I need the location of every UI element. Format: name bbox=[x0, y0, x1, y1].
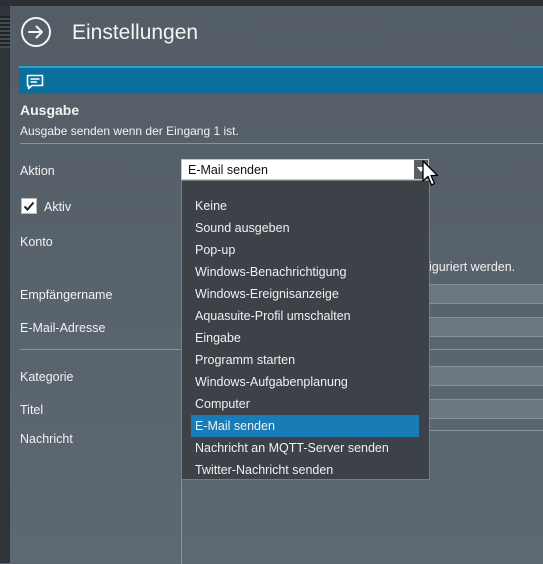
left-edge-strip bbox=[0, 6, 10, 563]
page-title: Einstellungen bbox=[72, 21, 199, 44]
dropdown-option[interactable]: Keine bbox=[191, 195, 419, 217]
check-icon bbox=[23, 201, 35, 211]
dropdown-option[interactable]: Sound ausgeben bbox=[191, 217, 419, 239]
dropdown-option[interactable]: Programm starten bbox=[191, 349, 419, 371]
konto-hint: iguriert werden. bbox=[429, 260, 516, 274]
form-divider bbox=[20, 349, 182, 350]
section-banner bbox=[19, 66, 543, 94]
aktion-select-value: E-Mail senden bbox=[188, 163, 268, 177]
aktiv-label: Aktiv bbox=[44, 200, 72, 214]
kategorie-label: Kategorie bbox=[20, 370, 74, 384]
back-button[interactable] bbox=[21, 17, 51, 47]
message-icon bbox=[26, 74, 44, 90]
dropdown-option[interactable]: Pop-up bbox=[191, 239, 419, 261]
arrow-right-circle-icon bbox=[28, 25, 43, 39]
dropdown-option[interactable]: Eingabe bbox=[191, 327, 419, 349]
dropdown-option[interactable]: Windows-Ereignisanzeige bbox=[191, 283, 419, 305]
dropdown-option[interactable]: Windows-Benachrichtigung bbox=[191, 261, 419, 283]
kategorie-input[interactable] bbox=[429, 366, 543, 386]
aktion-dropdown-list[interactable]: Keine Sound ausgeben Pop-up Windows-Bena… bbox=[181, 180, 430, 480]
aktion-select[interactable]: E-Mail senden bbox=[181, 159, 429, 180]
titel-label: Titel bbox=[20, 403, 44, 417]
konto-label: Konto bbox=[20, 235, 53, 249]
titel-input[interactable] bbox=[429, 399, 543, 419]
form-divider-right bbox=[429, 349, 543, 350]
dropdown-option[interactable]: Windows-Aufgabenplanung bbox=[191, 371, 419, 393]
settings-panel: Einstellungen Ausgabe Ausgabe senden wen… bbox=[10, 6, 543, 564]
left-strip-lines bbox=[0, 16, 10, 48]
dropdown-option[interactable]: Computer bbox=[191, 393, 419, 415]
aktion-label: Aktion bbox=[20, 164, 55, 178]
nachricht-label: Nachricht bbox=[20, 432, 73, 446]
aktiv-checkbox[interactable] bbox=[21, 198, 37, 214]
email-label: E-Mail-Adresse bbox=[20, 321, 106, 335]
email-input[interactable] bbox=[429, 317, 543, 337]
empfaengername-label: Empfängername bbox=[20, 288, 113, 302]
dropdown-option[interactable]: Aquasuite-Profil umschalten bbox=[191, 305, 419, 327]
section-description: Ausgabe senden wenn der Eingang 1 ist. bbox=[20, 124, 239, 138]
dropdown-option[interactable]: Twitter-Nachricht senden bbox=[191, 459, 419, 481]
empfaengername-input[interactable] bbox=[429, 284, 543, 304]
dropdown-option-selected[interactable]: E-Mail senden bbox=[191, 415, 419, 437]
section-title: Ausgabe bbox=[20, 102, 80, 118]
section-divider bbox=[20, 143, 543, 144]
mouse-cursor-icon bbox=[422, 160, 439, 186]
dropdown-option[interactable]: Nachricht an MQTT-Server senden bbox=[191, 437, 419, 459]
